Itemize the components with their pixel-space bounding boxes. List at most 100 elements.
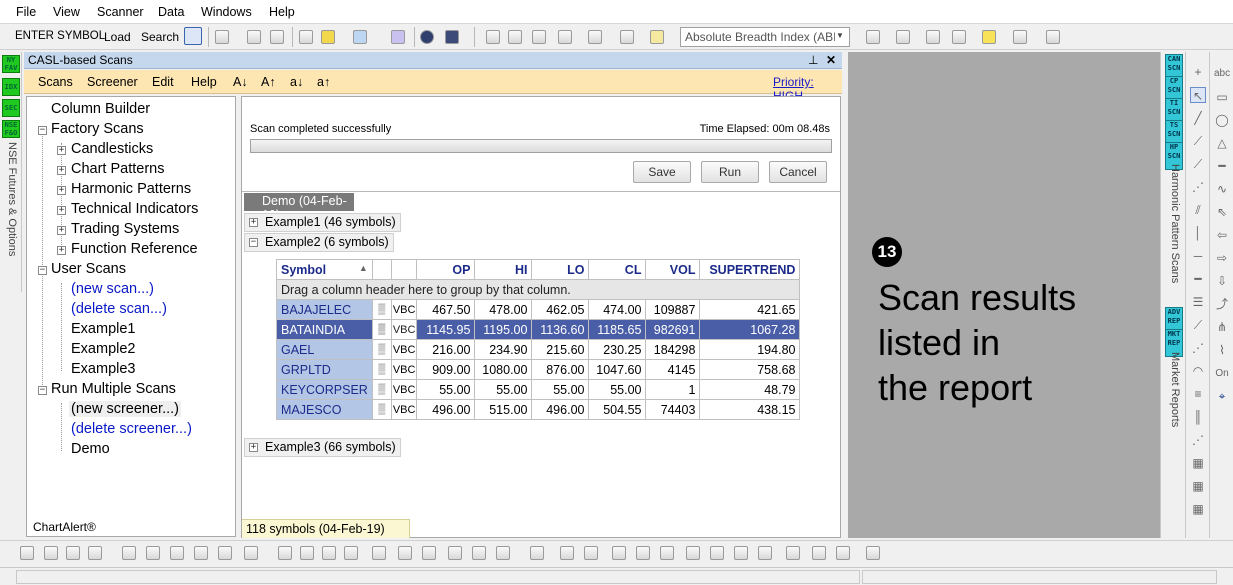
table-row[interactable]: GRPLTD ▒ VBC 909.00 1080.00 876.00 1047.60 4145… <box>276 359 801 380</box>
chevron-down-icon[interactable]: ▼ <box>836 31 846 40</box>
symbol-cell[interactable]: KEYCORPSER <box>276 379 373 400</box>
bottom-tool-icon[interactable] <box>422 546 436 560</box>
candle-icon[interactable] <box>952 30 966 44</box>
fibonacci-icon[interactable] <box>866 30 880 44</box>
bottom-tool-icon[interactable] <box>88 546 102 560</box>
tree-new-scan[interactable]: (new scan...) <box>71 281 154 297</box>
table-row[interactable]: BATAINDIA ▒ VBC 1145.95 1195.00 1136.60 1185.6… <box>276 319 801 340</box>
ma-icon[interactable] <box>620 30 634 44</box>
bottom-tool-icon[interactable] <box>472 546 486 560</box>
vbc-icon[interactable]: VBC <box>390 299 418 320</box>
symbol-cell[interactable]: GAEL <box>276 339 373 360</box>
bottom-tool-icon[interactable] <box>278 546 292 560</box>
triangle-icon[interactable] <box>1046 30 1060 44</box>
group-example2[interactable]: − Example2 (6 symbols) <box>244 233 394 252</box>
chart-tool-icon[interactable] <box>184 27 202 45</box>
run-button[interactable]: Run <box>701 161 759 183</box>
bottom-tool-icon[interactable] <box>812 546 826 560</box>
expand-icon[interactable]: + <box>249 443 258 452</box>
fan-icon[interactable]: ⋰ <box>1190 340 1206 356</box>
column-header-op[interactable]: OP <box>416 259 476 280</box>
group-example1[interactable]: + Example1 (46 symbols) <box>244 213 401 232</box>
expand-icon[interactable]: + <box>57 246 66 255</box>
vbc-icon[interactable]: VBC <box>390 319 418 340</box>
tree-example1[interactable]: Example1 <box>71 321 135 337</box>
column-header-cl[interactable]: CL <box>588 259 647 280</box>
market-reports-label[interactable]: Market Reports <box>1169 352 1181 427</box>
tree-delete-scan[interactable]: (delete scan...) <box>71 301 167 317</box>
triangle-icon[interactable]: △ <box>1214 135 1230 151</box>
line-icon[interactable]: ╱ <box>1190 110 1206 126</box>
cursor-r-icon[interactable]: ⌖ <box>1214 388 1230 404</box>
sl-icon[interactable]: ⟋ <box>1190 156 1206 172</box>
sort-asc-upper-icon[interactable]: A↓ <box>233 75 248 89</box>
cancel-button[interactable]: Cancel <box>769 161 827 183</box>
table-row[interactable]: KEYCORPSER ▒ VBC 55.00 55.00 55.00 55.00 1 48.79 <box>276 379 801 400</box>
sort-desc-lower-icon[interactable]: a↑ <box>317 75 330 89</box>
cam-icon[interactable] <box>926 30 940 44</box>
expand-icon[interactable]: + <box>57 206 66 215</box>
bottom-tool-icon[interactable] <box>194 546 208 560</box>
pattern-icon[interactable] <box>588 30 602 44</box>
menu-view[interactable]: View <box>53 5 80 19</box>
tree-factory-scans[interactable]: Factory Scans <box>51 121 144 137</box>
enter-symbol-button[interactable]: ENTER SYMBOL <box>15 30 105 42</box>
print-preview-icon[interactable] <box>270 30 284 44</box>
hbands-icon[interactable]: ☰ <box>1190 294 1206 310</box>
table-row[interactable]: GAEL ▒ VBC 216.00 234.90 215.60 230.25 184298 19… <box>276 339 801 360</box>
sort-asc-lower-icon[interactable]: a↓ <box>290 75 303 89</box>
bottom-tool-icon[interactable] <box>398 546 412 560</box>
menu-help[interactable]: Help <box>269 5 295 19</box>
symbol-cell[interactable]: BATAINDIA <box>276 319 373 340</box>
brush-icon[interactable]: ⤴ <box>1214 296 1230 312</box>
bottom-tool-icon[interactable] <box>300 546 314 560</box>
bottom-tool-icon[interactable] <box>734 546 748 560</box>
arrow-left-icon[interactable]: ⇦ <box>1214 227 1230 243</box>
matrix2-icon[interactable]: ▦ <box>1190 501 1206 517</box>
parallel-icon[interactable]: ⫽ <box>1190 202 1206 218</box>
diamond-icon[interactable] <box>321 30 335 44</box>
tree-example3[interactable]: Example3 <box>71 361 135 377</box>
bottom-tool-icon[interactable] <box>786 546 800 560</box>
bottom-tool-icon[interactable] <box>218 546 232 560</box>
menu-scanner[interactable]: Scanner <box>97 5 144 19</box>
ellipse-icon[interactable]: ◯ <box>1214 112 1230 128</box>
chart-icon[interactable]: ▒ <box>371 359 392 380</box>
tree-chart-patterns[interactable]: Chart Patterns <box>71 161 165 177</box>
nse-fo-button[interactable]: NSE F&O <box>2 120 20 138</box>
save-icon[interactable] <box>215 30 229 44</box>
tv-icon[interactable] <box>445 30 459 44</box>
grid-icon[interactable]: ▦ <box>1190 455 1206 471</box>
group-example3[interactable]: + Example3 (66 symbols) <box>244 438 401 457</box>
tree-function-reference[interactable]: Function Reference <box>71 241 198 257</box>
trend-icon[interactable] <box>1013 30 1027 44</box>
print-icon[interactable] <box>247 30 261 44</box>
pin-icon[interactable]: ⊥ <box>808 53 818 67</box>
bottom-tool-icon[interactable] <box>686 546 700 560</box>
tree-example2[interactable]: Example2 <box>71 341 135 357</box>
symbol-cell[interactable]: BAJAJELEC <box>276 299 373 320</box>
tree-delete-screener[interactable]: (delete screener...) <box>71 421 192 437</box>
bottom-tool-icon[interactable] <box>612 546 626 560</box>
chart-icon[interactable]: ▒ <box>371 319 392 340</box>
vbc-icon[interactable]: VBC <box>390 339 418 360</box>
tree-new-screener[interactable]: (new screener...) <box>69 401 181 417</box>
column-header-vol[interactable]: VOL <box>645 259 701 280</box>
tree-column-builder[interactable]: Column Builder <box>51 101 150 117</box>
collapse-icon[interactable]: − <box>38 386 47 395</box>
hist-icon[interactable] <box>532 30 546 44</box>
sort-desc-upper-icon[interactable]: A↑ <box>261 75 276 89</box>
speed-icon[interactable]: ⟋ <box>1190 317 1206 333</box>
vertical-line-icon[interactable]: │ <box>1190 225 1206 241</box>
bottom-tool-icon[interactable] <box>20 546 34 560</box>
bottom-tool-icon[interactable] <box>66 546 80 560</box>
expand-icon[interactable]: + <box>57 186 66 195</box>
bottom-tool-icon[interactable] <box>496 546 510 560</box>
collapse-icon[interactable]: − <box>249 238 258 247</box>
expand-icon[interactable]: + <box>57 226 66 235</box>
tab-demo[interactable]: Demo (04-Feb-19) <box>244 193 354 222</box>
menu-edit[interactable]: Edit <box>152 75 174 89</box>
bottom-tool-icon[interactable] <box>122 546 136 560</box>
chart-icon[interactable]: ▒ <box>371 399 392 420</box>
column-header-symbol[interactable]: Symbol ▲ <box>276 259 373 280</box>
